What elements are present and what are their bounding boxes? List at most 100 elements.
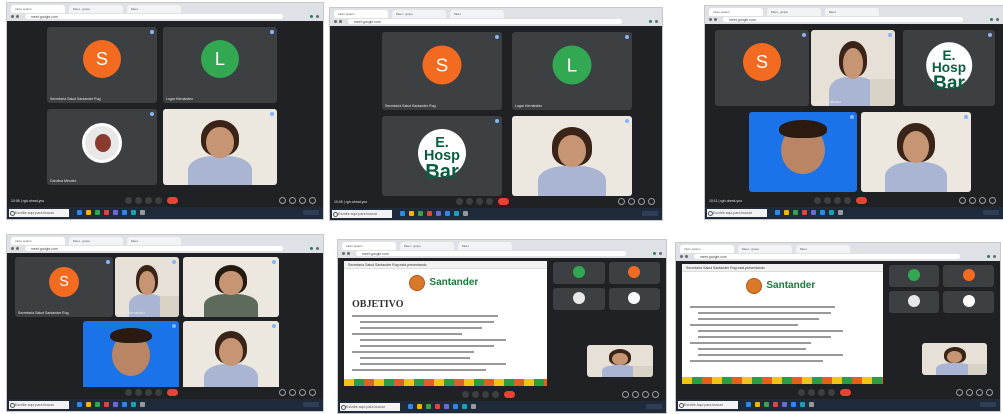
participant-thumbnail[interactable]	[943, 265, 994, 287]
people-icon[interactable]	[289, 389, 296, 396]
address-bar[interactable]: meet.google.com	[25, 246, 283, 251]
participant-thumbnail[interactable]	[888, 291, 940, 313]
forward-icon[interactable]	[16, 247, 19, 250]
taskbar-search[interactable]: Escribe aquí para buscar	[707, 209, 767, 217]
people-icon[interactable]	[289, 197, 296, 204]
participant-tile[interactable]	[183, 257, 279, 317]
tile-menu-icon[interactable]	[150, 30, 154, 34]
participant-tile[interactable]: S	[715, 30, 809, 106]
chat-icon[interactable]	[638, 198, 645, 205]
end-call-icon[interactable]	[498, 198, 509, 205]
address-bar[interactable]: meet.google.com	[25, 14, 283, 19]
tile-menu-icon[interactable]	[172, 324, 176, 328]
info-icon[interactable]	[959, 197, 966, 204]
taskbar-app-icon[interactable]	[454, 211, 459, 216]
browser-tab[interactable]: Inicio sesión	[11, 237, 65, 245]
participant-tile[interactable]	[83, 321, 179, 391]
participant-thumbnail[interactable]	[943, 291, 994, 313]
participant-tile[interactable]	[512, 116, 632, 196]
taskbar-app-icon[interactable]	[453, 404, 458, 409]
camera-icon[interactable]	[466, 198, 473, 205]
taskbar-app-icon[interactable]	[86, 402, 91, 407]
address-bar[interactable]: meet.google.com	[723, 17, 963, 22]
tile-menu-icon[interactable]	[888, 33, 892, 37]
tile-menu-icon[interactable]	[172, 260, 176, 264]
taskbar-app-icon[interactable]	[140, 210, 145, 215]
activities-icon[interactable]	[309, 197, 316, 204]
tile-menu-icon[interactable]	[850, 115, 854, 119]
taskbar-app-icon[interactable]	[791, 402, 796, 407]
captions-icon[interactable]	[476, 198, 483, 205]
profile-icon[interactable]	[310, 247, 313, 250]
taskbar-app-icon[interactable]	[809, 402, 814, 407]
browser-tab[interactable]: Meet	[796, 245, 850, 253]
tile-menu-icon[interactable]	[625, 35, 629, 39]
address-bar[interactable]: meet.google.com	[356, 251, 626, 256]
participant-tile[interactable]: Lugar Hernández	[115, 257, 179, 317]
tile-menu-icon[interactable]	[495, 119, 499, 123]
taskbar-app-icon[interactable]	[95, 210, 100, 215]
menu-icon[interactable]	[659, 252, 662, 255]
browser-tab[interactable]: Inicio sesión	[11, 5, 65, 13]
camera-icon[interactable]	[472, 391, 479, 398]
browser-tab[interactable]: Meet - grupo	[69, 5, 123, 13]
activities-icon[interactable]	[986, 389, 993, 396]
people-icon[interactable]	[969, 197, 976, 204]
taskbar-app-icon[interactable]	[131, 402, 136, 407]
taskbar-app-icon[interactable]	[418, 211, 423, 216]
taskbar-app-icon[interactable]	[746, 402, 751, 407]
forward-icon[interactable]	[685, 255, 688, 258]
browser-tab[interactable]: Meet - grupo	[69, 237, 123, 245]
info-icon[interactable]	[622, 391, 629, 398]
camera-icon[interactable]	[135, 197, 142, 204]
taskbar-app-icon[interactable]	[113, 210, 118, 215]
participant-tile[interactable]: L Lugar Hernández	[163, 27, 277, 103]
activities-icon[interactable]	[652, 391, 659, 398]
participant-thumbnail[interactable]	[553, 288, 605, 310]
taskbar-app-icon[interactable]	[122, 402, 127, 407]
participant-tile[interactable]	[163, 109, 277, 185]
activities-icon[interactable]	[989, 197, 996, 204]
tile-menu-icon[interactable]	[270, 30, 274, 34]
taskbar-search[interactable]: Escribe aquí para buscar	[678, 401, 738, 409]
tile-menu-icon[interactable]	[802, 33, 806, 37]
taskbar-app-icon[interactable]	[426, 404, 431, 409]
participant-tile[interactable]: E. Hosp Bar	[903, 30, 995, 106]
chat-icon[interactable]	[979, 197, 986, 204]
participant-tile[interactable]: S Secretaría Salud Santander Rug	[15, 257, 113, 317]
participant-tile[interactable]: S Secretaría Salud Santander Rug	[47, 27, 157, 103]
info-icon[interactable]	[956, 389, 963, 396]
info-icon[interactable]	[279, 197, 286, 204]
browser-tab[interactable]: Meet	[450, 10, 504, 18]
taskbar-app-icon[interactable]	[764, 402, 769, 407]
participant-tile[interactable]: Carolina Méndez	[47, 109, 157, 185]
taskbar-app-icon[interactable]	[775, 210, 780, 215]
mic-icon[interactable]	[125, 389, 132, 396]
captions-icon[interactable]	[482, 391, 489, 398]
back-icon[interactable]	[334, 20, 337, 23]
taskbar-app-icon[interactable]	[427, 211, 432, 216]
taskbar-app-icon[interactable]	[784, 210, 789, 215]
people-icon[interactable]	[966, 389, 973, 396]
taskbar-app-icon[interactable]	[793, 210, 798, 215]
mic-icon[interactable]	[798, 389, 805, 396]
participant-tile[interactable]	[183, 321, 279, 391]
taskbar-app-icon[interactable]	[435, 404, 440, 409]
activities-icon[interactable]	[309, 389, 316, 396]
present-icon[interactable]	[828, 389, 835, 396]
menu-icon[interactable]	[655, 20, 658, 23]
people-icon[interactable]	[632, 391, 639, 398]
captions-icon[interactable]	[834, 197, 841, 204]
tile-menu-icon[interactable]	[988, 33, 992, 37]
self-view[interactable]	[587, 345, 653, 377]
address-bar[interactable]: meet.google.com	[694, 254, 960, 259]
taskbar-app-icon[interactable]	[113, 402, 118, 407]
participant-thumbnail[interactable]	[608, 262, 660, 284]
tile-menu-icon[interactable]	[272, 324, 276, 328]
forward-icon[interactable]	[347, 252, 350, 255]
taskbar-app-icon[interactable]	[838, 210, 843, 215]
chat-icon[interactable]	[642, 391, 649, 398]
present-icon[interactable]	[155, 389, 162, 396]
taskbar-app-icon[interactable]	[417, 404, 422, 409]
taskbar-app-icon[interactable]	[444, 404, 449, 409]
